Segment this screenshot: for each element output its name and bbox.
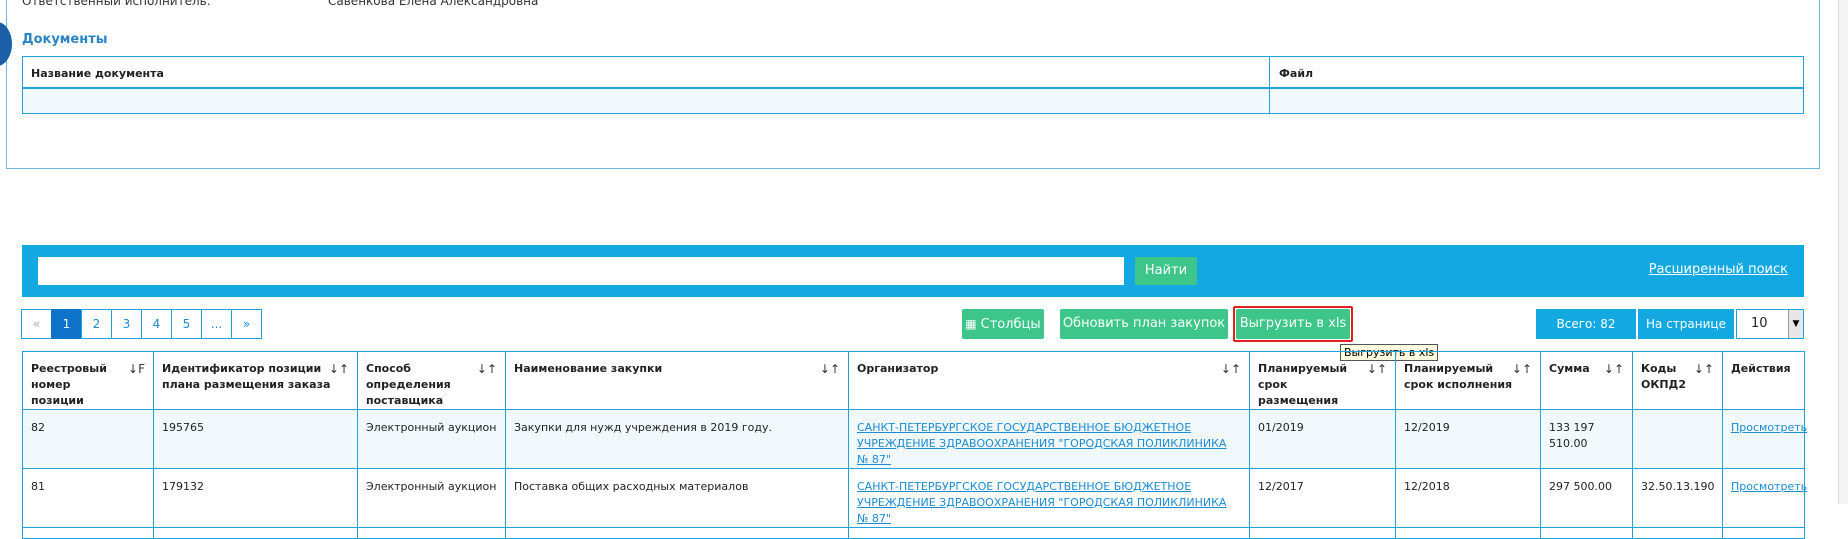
- cell-method: Электронный аукцион: [357, 468, 506, 528]
- cell-actions: Просмотреть: [1722, 409, 1807, 469]
- table-header-row: Реестровый номер позиции ↓F Идентификатор…: [22, 351, 1805, 410]
- pagination-ellipsis[interactable]: ...: [201, 309, 232, 339]
- responsible-value: Савенкова Елена Александровна: [328, 0, 539, 8]
- col-execution[interactable]: Планируемый срок исполнения ↓↑: [1395, 351, 1541, 410]
- col-sum[interactable]: Сумма ↓↑: [1540, 351, 1633, 410]
- chevron-down-icon[interactable]: ▼: [1788, 310, 1803, 338]
- cell-execution: 12/2018: [1395, 468, 1541, 528]
- total-count: Всего: 82: [1536, 309, 1636, 339]
- cell-sum: 133 197 510.00: [1540, 409, 1633, 469]
- cell-method: Электронный аукцион: [357, 409, 506, 469]
- cell-name: Поставка общих расходных материалов: [505, 468, 849, 528]
- col-method[interactable]: Способ определения поставщика ↓↑: [357, 351, 506, 410]
- col-actions: Действия: [1722, 351, 1805, 410]
- col-okpd[interactable]: Коды ОКПД2 ↓↑: [1632, 351, 1723, 410]
- columns-button[interactable]: ▦ Столбцы: [962, 309, 1044, 339]
- cell-okpd: [1632, 409, 1723, 469]
- cell-reg-num: 81: [22, 468, 154, 528]
- sort-icon[interactable]: ↓↑: [477, 361, 497, 377]
- cell-plan-id: 195765: [153, 409, 358, 469]
- pagination-next[interactable]: »: [231, 309, 262, 339]
- doc-col-file: Файл: [1279, 67, 1314, 80]
- documents-column-divider: [1269, 57, 1270, 113]
- organizer-link[interactable]: САНКТ-ПЕТЕРБУРГСКОЕ ГОСУДАРСТВЕННОЕ БЮДЖ…: [857, 480, 1226, 525]
- export-highlight-frame: [1233, 306, 1353, 342]
- col-reg-num[interactable]: Реестровый номер позиции ↓F: [22, 351, 154, 410]
- col-organizer[interactable]: Организатор ↓↑: [848, 351, 1250, 410]
- cell-sum: 297 500.00: [1540, 468, 1633, 528]
- cell-organizer: САНКТ-ПЕТЕРБУРГСКОЕ ГОСУДАРСТВЕННОЕ БЮДЖ…: [848, 409, 1250, 469]
- pagination-page-5[interactable]: 5: [171, 309, 202, 339]
- page-scrollbar[interactable]: [1838, 0, 1848, 504]
- sort-icon[interactable]: ↓↑: [820, 361, 840, 377]
- sort-icon[interactable]: ↓↑: [329, 361, 349, 377]
- cell-okpd: 32.50.13.190: [1632, 468, 1723, 528]
- pagination-page-1[interactable]: 1: [51, 309, 82, 339]
- col-plan-id[interactable]: Идентификатор позиции плана размещения з…: [153, 351, 358, 410]
- per-page-value: 10: [1751, 316, 1768, 331]
- cell-plan-id: 179132: [153, 468, 358, 528]
- organizer-link[interactable]: САНКТ-ПЕТЕРБУРГСКОЕ ГОСУДАРСТВЕННОЕ БЮДЖ…: [857, 421, 1226, 466]
- sort-filter-icon[interactable]: ↓F: [128, 361, 145, 377]
- sort-icon[interactable]: ↓↑: [1221, 361, 1241, 377]
- purchase-plan-table: Реестровый номер позиции ↓F Идентификатор…: [22, 351, 1807, 539]
- update-plan-button[interactable]: Обновить план закупок: [1060, 309, 1228, 339]
- sort-icon[interactable]: ↓↑: [1604, 361, 1624, 377]
- documents-title: Документы: [22, 32, 108, 47]
- cell-organizer: САНКТ-ПЕТЕРБУРГСКОЕ ГОСУДАРСТВЕННОЕ БЮДЖ…: [848, 468, 1250, 528]
- pagination-page-3[interactable]: 3: [111, 309, 142, 339]
- search-input[interactable]: [38, 257, 1124, 285]
- advanced-search-link[interactable]: Расширенный поиск: [1649, 262, 1788, 277]
- col-placement[interactable]: Планируемый срок размещения ↓↑: [1249, 351, 1396, 410]
- table-row: 81 179132 Электронный аукцион Поставка о…: [22, 468, 1807, 528]
- cell-name: Закупки для нужд учреждения в 2019 году.: [505, 409, 849, 469]
- responsible-row: Ответственный исполнитель: Савенкова Еле…: [22, 0, 538, 8]
- sort-icon[interactable]: ↓↑: [1694, 361, 1714, 377]
- cell-reg-num: 82: [22, 409, 154, 469]
- cell-placement: 01/2019: [1249, 409, 1396, 469]
- table-row-partial: [22, 527, 1805, 539]
- doc-col-name: Название документа: [31, 67, 164, 80]
- cell-placement: 12/2017: [1249, 468, 1396, 528]
- find-button[interactable]: Найти: [1135, 257, 1197, 285]
- view-link[interactable]: Просмотреть: [1731, 421, 1807, 434]
- pagination: « 1 2 3 4 5 ... »: [21, 309, 262, 339]
- grid-icon: ▦: [965, 317, 977, 331]
- col-name[interactable]: Наименование закупки ↓↑: [505, 351, 849, 410]
- cell-execution: 12/2019: [1395, 409, 1541, 469]
- columns-label: Столбцы: [980, 317, 1041, 332]
- pagination-page-2[interactable]: 2: [81, 309, 112, 339]
- per-page-select[interactable]: 10 ▼: [1736, 309, 1804, 339]
- responsible-label: Ответственный исполнитель:: [22, 0, 211, 8]
- search-bar: Найти Расширенный поиск: [22, 245, 1804, 297]
- per-page-label: На странице: [1638, 309, 1734, 339]
- view-link[interactable]: Просмотреть: [1731, 480, 1807, 493]
- cell-actions: Просмотреть: [1722, 468, 1807, 528]
- pagination-page-4[interactable]: 4: [141, 309, 172, 339]
- sort-icon[interactable]: ↓↑: [1512, 361, 1532, 377]
- sort-icon[interactable]: ↓↑: [1367, 361, 1387, 377]
- documents-table: Название документа Файл: [22, 56, 1804, 114]
- table-row: 82 195765 Электронный аукцион Закупки дл…: [22, 409, 1807, 469]
- documents-header: [23, 57, 1803, 89]
- pagination-prev[interactable]: «: [21, 309, 52, 339]
- documents-empty-row: [23, 89, 1803, 113]
